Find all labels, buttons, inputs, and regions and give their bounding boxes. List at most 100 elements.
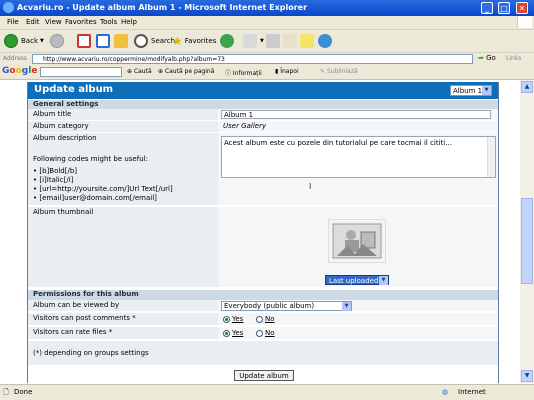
home-button[interactable] [114, 33, 131, 49]
back-arrow-icon [4, 34, 18, 48]
menu-view[interactable]: View [45, 18, 62, 26]
menu-tools[interactable]: Tools [100, 18, 117, 26]
go-label: Go [486, 54, 496, 62]
menu-favorites[interactable]: Favorites [65, 18, 97, 26]
zone-text: Internet [458, 388, 486, 396]
text-cursor-icon: I [309, 182, 312, 191]
page-content: Update album Album 1 ▼ General settings … [0, 80, 520, 383]
address-input[interactable]: http://www.acvariu.ro/coppermine/modifya… [32, 54, 473, 64]
stop-button[interactable] [77, 33, 94, 49]
rate-no-label[interactable]: No [265, 329, 275, 337]
google-back-button[interactable]: ▮ Înapoi [275, 68, 299, 75]
google-search-input[interactable] [40, 67, 122, 77]
favorites-button[interactable]: ★ Favorites [172, 33, 216, 49]
textarea-scrollbar[interactable] [487, 137, 495, 177]
value-cell: Everybody (public album) ▼ [218, 300, 498, 312]
google-back-label: Înapoi [280, 68, 299, 75]
album-select[interactable]: Album 1 ▼ [450, 85, 492, 96]
mail-icon [243, 34, 257, 48]
menu-help[interactable]: Help [121, 18, 137, 26]
scroll-up-icon[interactable]: ▲ [521, 81, 533, 93]
update-album-button[interactable]: Update album [234, 370, 294, 381]
google-logo[interactable]: Google [2, 66, 37, 76]
row-post-comments: Visitors can post comments * Yes No [28, 313, 498, 326]
comments-yes-label[interactable]: Yes [232, 315, 243, 323]
forward-button[interactable] [50, 33, 67, 49]
value-cell: Acest album este cu pozele din tutorialu… [218, 133, 498, 206]
close-button[interactable]: ✕ [516, 2, 528, 14]
refresh-icon [96, 34, 110, 48]
album-title-label: Album title [33, 110, 72, 118]
rate-yes-label[interactable]: Yes [232, 329, 243, 337]
address-bar: Address http://www.acvariu.ro/coppermine… [0, 53, 534, 67]
messenger-button[interactable] [318, 33, 335, 49]
album-title-input[interactable]: Album 1 [221, 110, 491, 119]
label-cell: Visitors can post comments * [28, 313, 218, 326]
links-button[interactable]: Links [506, 55, 521, 62]
section-title: Permissions for this album [33, 290, 139, 298]
viewed-by-select[interactable]: Everybody (public album) ▼ [221, 301, 352, 311]
value-cell: Last uploaded ▼ [218, 207, 498, 288]
viewed-by-value: Everybody (public album) [224, 302, 315, 310]
google-info-label: Informații [232, 70, 262, 77]
row-album-category: Album category User Gallery [28, 121, 498, 133]
search-icon [134, 34, 148, 48]
refresh-button[interactable] [96, 33, 113, 49]
comments-no-radio[interactable] [256, 316, 263, 323]
page-icon: 🗋 [3, 388, 9, 396]
go-button[interactable]: ➡ Go [478, 54, 496, 62]
google-highlight-button[interactable]: ✎ Subliniază [320, 68, 358, 75]
chevron-down-icon: ▼ [260, 38, 264, 44]
rate-no-radio[interactable] [256, 330, 263, 337]
discuss-button[interactable] [300, 33, 317, 49]
windows-logo-icon [517, 16, 532, 28]
discuss-icon [300, 34, 314, 48]
scroll-down-icon[interactable]: ▼ [521, 370, 533, 382]
section-permissions: Permissions for this album [28, 289, 498, 300]
messenger-icon [318, 34, 332, 48]
google-info-button[interactable]: ⓘ Informații [225, 68, 262, 77]
album-category-label: Album category [33, 122, 89, 130]
toolbar: Back ▼ Search ★ Favorites ▼ [0, 30, 534, 53]
code-url: [url=http://yoursite.com/]Url Text[/url] [39, 185, 173, 193]
code-item: • [i]Italic[/i] [33, 176, 74, 184]
album-description-textarea[interactable]: Acest album este cu pozele din tutorialu… [221, 136, 496, 178]
panel-header: Update album Album 1 ▼ [28, 82, 498, 99]
search-button[interactable]: Search [134, 33, 175, 49]
rate-yes-radio[interactable] [223, 330, 230, 337]
google-search-label: Caută [133, 68, 152, 75]
thumbnail-select[interactable]: Last uploaded ▼ [325, 275, 389, 285]
label-cell: Album thumbnail [28, 207, 218, 288]
edit-button[interactable] [283, 33, 300, 49]
chevron-down-icon: ▼ [342, 302, 351, 311]
chevron-down-icon: ▼ [482, 86, 491, 95]
history-button[interactable] [220, 33, 237, 49]
label-cell: Album category [28, 121, 218, 133]
back-button[interactable]: Back ▼ [4, 33, 44, 49]
minimize-button[interactable]: _ [481, 2, 493, 14]
window-title: Acvariu.ro - Update album Album 1 - Micr… [17, 3, 308, 12]
value-cell: Yes No [218, 313, 498, 326]
maximize-button[interactable]: □ [498, 2, 510, 14]
google-search-button[interactable]: ⊕ Caută [127, 68, 152, 75]
row-album-description: Album description Following codes might … [28, 133, 498, 206]
menu-file[interactable]: File [7, 18, 19, 26]
label-cell: Visitors can rate files * [28, 327, 218, 340]
print-button[interactable] [266, 33, 283, 49]
row-album-thumbnail: Album thumbnail Last uploaded ▼ [28, 207, 498, 288]
comments-no-label[interactable]: No [265, 315, 275, 323]
print-icon [266, 34, 280, 48]
mail-button[interactable]: ▼ [243, 33, 264, 49]
google-toolbar: Google ⊕ Caută ⊕ Caută pe pagină ⓘ Infor… [0, 66, 534, 80]
scrollbar-thumb[interactable] [521, 198, 533, 284]
globe-icon: ◍ [442, 388, 449, 396]
album-select-value: Album 1 [453, 87, 483, 95]
menu-edit[interactable]: Edit [26, 18, 40, 26]
page-scrollbar[interactable]: ▲ ▼ [520, 80, 534, 383]
back-label: Back [21, 37, 38, 45]
google-page-search-button[interactable]: ⊕ Caută pe pagină [158, 68, 214, 75]
google-page-search-label: Caută pe pagină [164, 68, 215, 75]
label-cell: Album can be viewed by [28, 300, 218, 312]
album-description-label: Album description [33, 134, 97, 142]
comments-yes-radio[interactable] [223, 316, 230, 323]
